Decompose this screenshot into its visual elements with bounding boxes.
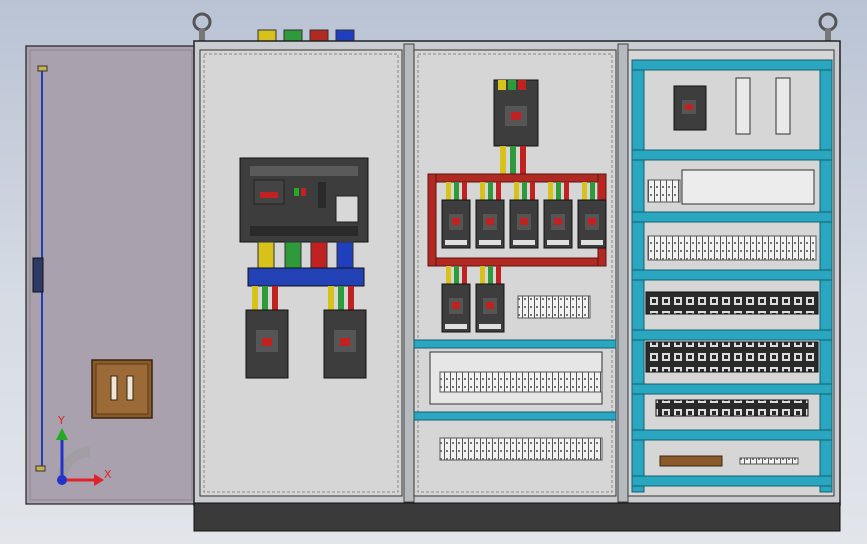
relay-row [655,399,809,417]
moulded-case-breaker [245,309,289,379]
din-rail [631,269,833,281]
y-axis-label: Y [57,414,65,427]
feeder-breaker [509,182,539,249]
air-circuit-breaker [239,157,369,243]
din-rail [631,475,833,487]
top-cable-entries [257,29,355,43]
lifting-eye-icon [192,12,212,41]
feeder-breaker [543,182,573,249]
fuse-holder [735,77,751,135]
section-main-incomer [199,49,403,497]
x-axis-label: X [104,468,112,481]
fuse-holder [775,77,791,135]
feeder-breaker [577,182,607,249]
plc-module [681,169,815,205]
feeder-breaker [475,182,505,249]
terminal-strip [647,179,681,203]
din-rail [413,339,617,349]
section-control [627,49,835,497]
left-door [25,45,197,505]
din-rail [631,429,833,441]
terminal-strip [647,235,817,261]
relay-row [645,291,819,315]
control-breaker [673,85,707,131]
din-rail [631,211,833,223]
moulded-case-breaker [323,309,367,379]
feeder-breaker [441,266,471,333]
terminal-strip [439,371,603,393]
incoming-breaker [493,79,539,147]
neutral-busbar [247,267,365,287]
section-distribution [413,49,617,497]
lifting-eye-icon [818,12,838,41]
din-rail [413,411,617,421]
din-rail [631,329,833,341]
feeder-breaker [441,182,471,249]
terminal-strip [517,295,591,319]
handle-icon[interactable] [91,359,153,419]
din-rail [631,149,833,161]
cad-viewport[interactable]: X Y [0,0,867,544]
terminal-strip [439,437,603,461]
feeder-breaker [475,266,505,333]
relay-row [645,341,819,373]
electrical-cabinet-drawing: X Y [25,12,841,532]
din-rail [631,59,833,71]
din-rail [631,383,833,395]
